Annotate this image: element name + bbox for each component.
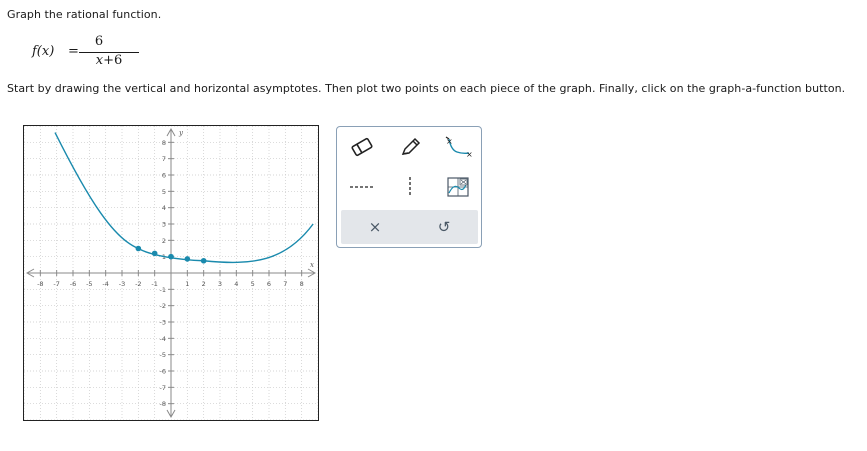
- svg-text:×: ×: [466, 150, 473, 159]
- x-tick-label: -8: [37, 280, 43, 288]
- y-tick-label: -3: [160, 319, 166, 327]
- rational-curve-tool[interactable]: × ×: [441, 133, 475, 161]
- y-tick-label: 3: [162, 221, 166, 229]
- x-tick-label: 8: [300, 280, 304, 288]
- denominator: x+6: [76, 53, 142, 68]
- horizontal-asymptote-tool[interactable]: [345, 173, 379, 201]
- instructions: Start by drawing the vertical and horizo…: [7, 82, 846, 95]
- x-tick-label: 1: [185, 280, 189, 288]
- graph-svg[interactable]: -8 -7 -6 -5 -4 -3 -2 -1 1 2 3 4 5 6 7 887654321-1-2-3-4…: [24, 126, 318, 420]
- x-tick-label: 3: [218, 280, 222, 288]
- y-tick-label: 2: [162, 237, 166, 245]
- y-tick-label: 8: [162, 139, 166, 147]
- y-tick-label: -4: [160, 335, 166, 343]
- y-tick-label: 5: [162, 188, 166, 196]
- x-tick-label: -4: [102, 280, 108, 288]
- y-tick-label: 4: [162, 204, 166, 212]
- denominator-constant: +6: [103, 53, 123, 68]
- x-tick-label: -6: [70, 280, 76, 288]
- graph-canvas[interactable]: -8 -7 -6 -5 -4 -3 -2 -1 1 2 3 4 5 6 7 8 8 7 6 5 4 3 2 1 -1 -2 -3 -4…: [23, 125, 319, 421]
- plotted-point: [168, 253, 174, 260]
- x-tick-label: -5: [86, 280, 92, 288]
- clear-button[interactable]: ×: [355, 213, 395, 241]
- y-tick-label: -6: [160, 368, 166, 376]
- pencil-icon: [401, 137, 421, 155]
- plotted-point: [184, 256, 191, 262]
- undo-icon: ↺: [437, 218, 451, 236]
- eraser-icon: [351, 137, 373, 157]
- undo-button[interactable]: ↺: [424, 213, 464, 241]
- y-tick-label: -5: [160, 351, 166, 359]
- graph-a-function-icon: [447, 177, 469, 197]
- function-name: f(x): [32, 44, 55, 59]
- y-tick-label: -2: [160, 302, 166, 310]
- y-tick-label: -1: [160, 286, 166, 294]
- y-tick-label: -7: [160, 384, 166, 392]
- x-tick-label: 6: [267, 280, 271, 288]
- x-tick-label: -1: [151, 280, 157, 288]
- rational-curve-icon: × ×: [445, 136, 473, 159]
- y-tick-label: -8: [160, 400, 166, 408]
- vertical-asymptote-tool[interactable]: [393, 173, 427, 201]
- x-tick-label: -7: [53, 280, 59, 288]
- plotted-point: [135, 245, 142, 252]
- x-tick-label: 2: [202, 280, 206, 288]
- denominator-variable: x: [95, 53, 104, 68]
- plotted-point: [151, 250, 158, 257]
- svg-text:×: ×: [446, 137, 453, 146]
- plotted-point: [200, 257, 207, 264]
- graph-toolbox: × × × ↺: [336, 126, 482, 248]
- eraser-tool[interactable]: [345, 133, 379, 161]
- x-tick-label: 7: [283, 280, 287, 288]
- numerator: 6: [94, 34, 104, 49]
- horizontal-dashed-line-icon: [350, 186, 374, 188]
- x-tick-label: 5: [251, 280, 255, 288]
- vertical-dashed-line-icon: [409, 177, 411, 197]
- y-axis-label: y: [178, 129, 184, 137]
- y-tick-label: 6: [162, 172, 166, 180]
- x-tick-label: -3: [119, 280, 125, 288]
- close-icon: ×: [368, 218, 382, 236]
- x-tick-label: 4: [234, 280, 238, 288]
- pencil-tool[interactable]: [393, 133, 427, 161]
- graph-a-function-tool[interactable]: [441, 173, 475, 201]
- question-prompt: Graph the rational function.: [7, 8, 162, 21]
- y-tick-label: 7: [162, 155, 166, 163]
- function-curve: [54, 132, 314, 264]
- x-tick-label: -2: [135, 280, 141, 288]
- action-bar: × ↺: [341, 210, 478, 244]
- x-axis-label: x: [310, 261, 314, 269]
